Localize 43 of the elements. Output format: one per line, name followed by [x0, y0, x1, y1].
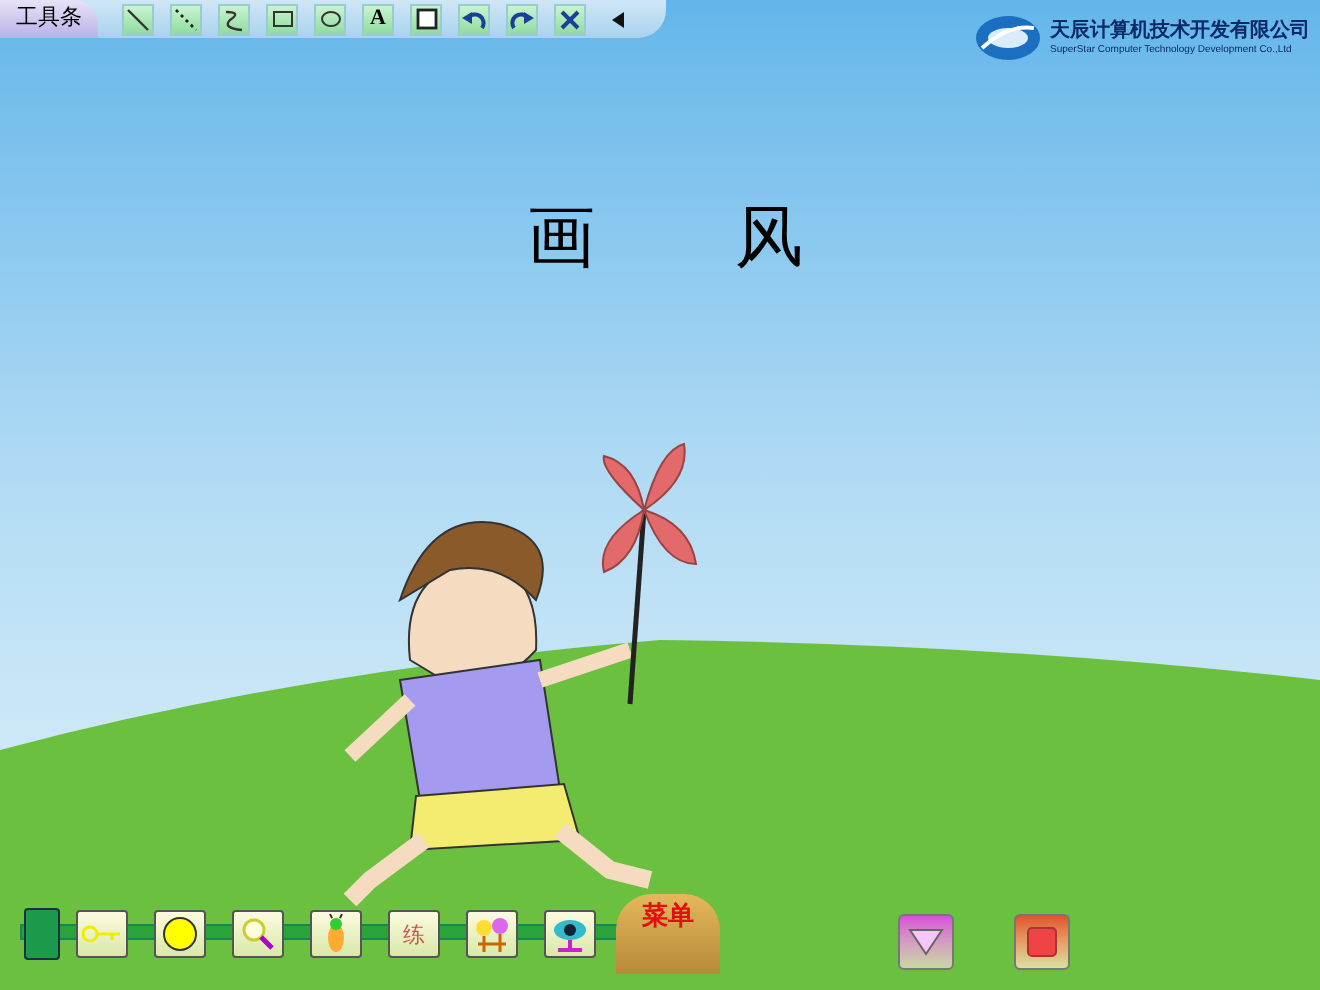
title-character: 风 — [735, 204, 803, 272]
activity-tile[interactable] — [154, 910, 206, 958]
tool-button[interactable] — [314, 3, 346, 35]
close-icon — [560, 9, 580, 29]
key-icon — [82, 924, 122, 944]
undo-icon — [462, 9, 486, 29]
collapse-icon — [612, 11, 624, 27]
tool-button[interactable] — [410, 3, 442, 35]
magnifier-icon — [240, 916, 276, 952]
title-character: 画 — [527, 204, 595, 272]
circle-icon — [162, 916, 198, 952]
square-tool-icon — [415, 8, 437, 30]
line-tool-icon — [126, 7, 150, 31]
flowers-icon — [472, 916, 512, 952]
tool-button[interactable] — [266, 3, 298, 35]
down-triangle-icon — [908, 928, 944, 956]
down-button[interactable] — [898, 914, 954, 970]
activity-tile[interactable] — [76, 910, 128, 958]
tool-button[interactable] — [554, 3, 586, 35]
menu-house-button[interactable]: 菜单 — [616, 894, 720, 974]
company-name: 天辰计算机技术开发有限公司 — [1050, 19, 1310, 43]
activity-tile[interactable] — [544, 910, 596, 958]
tool-button[interactable] — [122, 3, 154, 35]
activity-tile[interactable] — [232, 910, 284, 958]
rail-post — [24, 908, 60, 960]
tool-button[interactable]: A — [362, 3, 394, 35]
activity-tile[interactable] — [466, 910, 518, 958]
logo-icon — [974, 12, 1042, 64]
tool-button[interactable] — [218, 3, 250, 35]
tool-button[interactable] — [458, 3, 490, 35]
tool-button[interactable] — [506, 3, 538, 35]
toolbar-title: 工具条 — [0, 0, 98, 38]
curve-tool-icon — [222, 7, 246, 31]
activity-tile[interactable] — [310, 910, 362, 958]
text-tool-glyph: A — [370, 8, 386, 30]
activity-tile[interactable]: 练 — [388, 910, 440, 958]
stop-square-icon — [1026, 926, 1058, 958]
ellipse-tool-icon — [319, 10, 341, 28]
redo-icon — [510, 9, 534, 29]
stop-button[interactable] — [1014, 914, 1070, 970]
rectangle-tool-icon — [271, 10, 293, 28]
dotted-line-tool-icon — [174, 7, 198, 31]
tile-glyph: 练 — [403, 923, 425, 945]
